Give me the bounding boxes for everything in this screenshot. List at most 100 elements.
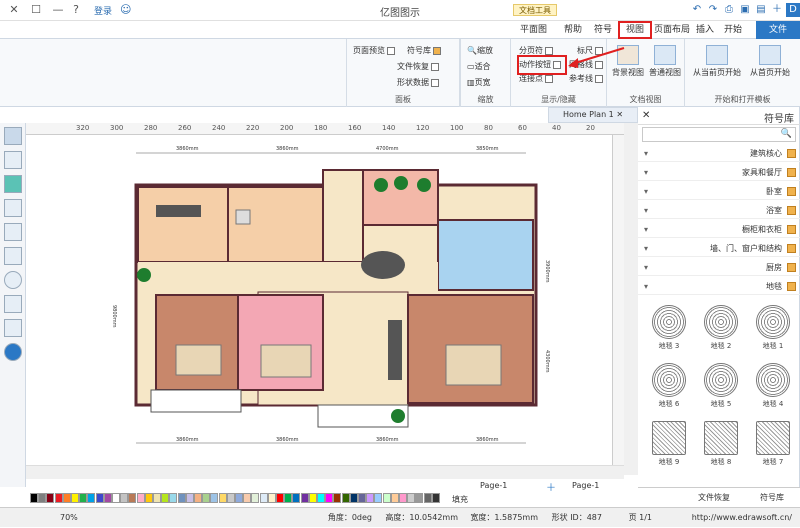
shape-item[interactable]: 地毯 7 <box>748 419 798 469</box>
palette-swatch[interactable] <box>407 493 416 503</box>
open-icon[interactable]: ▤ <box>754 3 768 17</box>
drawing-canvas[interactable]: 3860mm 3860mm 4700mm 3850mm 3860mm 3860m… <box>26 135 612 465</box>
palette-swatch[interactable] <box>341 493 350 503</box>
close-panel-icon[interactable]: ✕ <box>642 110 650 121</box>
palette-swatch[interactable] <box>169 493 178 503</box>
tab-file-recovery[interactable]: 文件恢复 <box>698 492 730 503</box>
minimize-button[interactable]: — <box>48 2 68 18</box>
floor-plan[interactable]: 3860mm 3860mm 4700mm 3850mm 3860mm 3860m… <box>26 135 612 465</box>
zoom-button[interactable]: 🔍缩放 <box>467 45 493 56</box>
file-recovery-button[interactable]: 文件恢复 <box>397 61 439 72</box>
palette-swatch[interactable] <box>308 493 317 503</box>
palette-swatch[interactable] <box>276 493 284 503</box>
tab-symbol[interactable]: 符号 <box>588 21 618 39</box>
comment-tool-icon[interactable] <box>4 319 22 337</box>
from-current-button[interactable]: 从当前页开始 <box>689 45 745 78</box>
palette-swatch[interactable] <box>390 493 399 503</box>
category-row[interactable]: ▾ 家具和餐厅 <box>638 164 800 181</box>
palette-swatch[interactable] <box>30 493 38 503</box>
palette-swatch[interactable] <box>103 493 112 503</box>
palette-swatch[interactable] <box>259 493 268 503</box>
guide-checkbox[interactable]: 参考线 <box>569 73 603 84</box>
palette-swatch[interactable] <box>144 493 153 503</box>
fill-tool-icon[interactable] <box>4 151 22 169</box>
palette-swatch[interactable] <box>112 493 120 503</box>
vertical-scrollbar[interactable] <box>624 123 638 475</box>
category-row[interactable]: ▾ 地毯 <box>638 278 800 295</box>
fit-button[interactable]: ▭适合 <box>467 61 491 72</box>
shape-item[interactable]: 地毯 4 <box>748 361 798 411</box>
tab-file[interactable]: 文件 <box>756 21 800 39</box>
category-row[interactable]: ▾ 浴室 <box>638 202 800 219</box>
user-icon[interactable]: ☺ <box>120 3 131 16</box>
undo-icon[interactable]: ↶ <box>690 3 704 17</box>
palette-swatch[interactable] <box>128 493 137 503</box>
from-home-button[interactable]: 从首页开始 <box>745 45 795 78</box>
page-preview-button[interactable]: 页面预览 <box>353 45 395 56</box>
palette-swatch[interactable] <box>423 493 432 503</box>
palette-swatch[interactable] <box>79 493 88 503</box>
palette-swatch[interactable] <box>431 493 440 503</box>
palette-swatch[interactable] <box>54 493 63 503</box>
palette-swatch[interactable] <box>62 493 71 503</box>
palette-swatch[interactable] <box>38 493 47 503</box>
page-tab-active[interactable]: Page-1 <box>572 481 599 490</box>
palette-swatch[interactable] <box>71 493 79 503</box>
palette-swatch[interactable] <box>202 493 211 503</box>
palette-swatch[interactable] <box>95 493 104 503</box>
palette-swatch[interactable] <box>300 493 309 503</box>
page-tab[interactable]: Page-1 <box>480 481 507 490</box>
globe-tool-icon[interactable] <box>4 271 22 289</box>
palette-swatch[interactable] <box>358 493 366 503</box>
palette-swatch[interactable] <box>325 493 334 503</box>
palette-swatch[interactable] <box>153 493 161 503</box>
shape-item[interactable]: 地毯 2 <box>696 303 746 353</box>
help-tool-icon[interactable] <box>4 343 22 361</box>
maximize-button[interactable]: ☐ <box>26 2 46 18</box>
palette-swatch[interactable] <box>399 493 407 503</box>
page-tool-icon[interactable] <box>4 247 22 265</box>
tab-layout[interactable]: 页面布局 <box>648 21 696 39</box>
color-palette[interactable] <box>30 493 450 505</box>
pointer-tool-icon[interactable] <box>4 127 22 145</box>
add-page-icon[interactable]: ＋ <box>546 479 556 494</box>
normal-view-button[interactable]: 普通视图 <box>647 45 683 78</box>
close-button[interactable]: ✕ <box>4 2 24 18</box>
save-icon[interactable]: ▣ <box>738 3 752 17</box>
kitchen-room[interactable] <box>137 186 229 263</box>
bedroom-left[interactable] <box>155 294 239 391</box>
shape-item[interactable]: 地毯 1 <box>748 303 798 353</box>
tab-floorplan[interactable]: 平面图 <box>514 21 553 39</box>
symlib-panel-button[interactable]: 符号库 <box>407 45 441 56</box>
palette-swatch[interactable] <box>120 493 129 503</box>
palette-swatch[interactable] <box>267 493 276 503</box>
palette-swatch[interactable] <box>235 493 243 503</box>
palette-swatch[interactable] <box>374 493 383 503</box>
category-row[interactable]: ▾ 卧室 <box>638 183 800 200</box>
shape-data-button[interactable]: 形状数据 <box>397 77 439 88</box>
palette-swatch[interactable] <box>366 493 375 503</box>
tab-start[interactable]: 开始 <box>718 21 748 39</box>
status-zoom[interactable]: 70% <box>60 508 78 528</box>
print-icon[interactable]: ⎙ <box>722 3 736 17</box>
category-row[interactable]: ▾ 墙、门、窗户和结构 <box>638 240 800 257</box>
palette-swatch[interactable] <box>161 493 170 503</box>
image-tool-icon[interactable] <box>4 199 22 217</box>
category-row[interactable]: ▾ 橱柜和衣柜 <box>638 221 800 238</box>
tab-help[interactable]: 帮助 <box>558 21 588 39</box>
status-url[interactable]: http://www.edrawsoft.cn/ <box>692 508 792 528</box>
horizontal-scrollbar[interactable] <box>26 465 624 479</box>
category-row[interactable]: ▾ 厨房 <box>638 259 800 276</box>
symbol-search-input[interactable]: 🔍 <box>642 127 796 142</box>
document-tab[interactable]: Home Plan 1 ✕ <box>548 107 638 123</box>
palette-swatch[interactable] <box>136 493 145 503</box>
tab-symbol-library[interactable]: 符号库 <box>760 492 784 503</box>
palette-swatch[interactable] <box>415 493 424 503</box>
redo-icon[interactable]: ↷ <box>706 3 720 17</box>
palette-swatch[interactable] <box>333 493 342 503</box>
palette-swatch[interactable] <box>284 493 293 503</box>
palette-swatch[interactable] <box>349 493 358 503</box>
shape-item[interactable]: 地毯 8 <box>696 419 746 469</box>
tab-view[interactable]: 视图 <box>618 21 653 39</box>
palette-swatch[interactable] <box>292 493 301 503</box>
